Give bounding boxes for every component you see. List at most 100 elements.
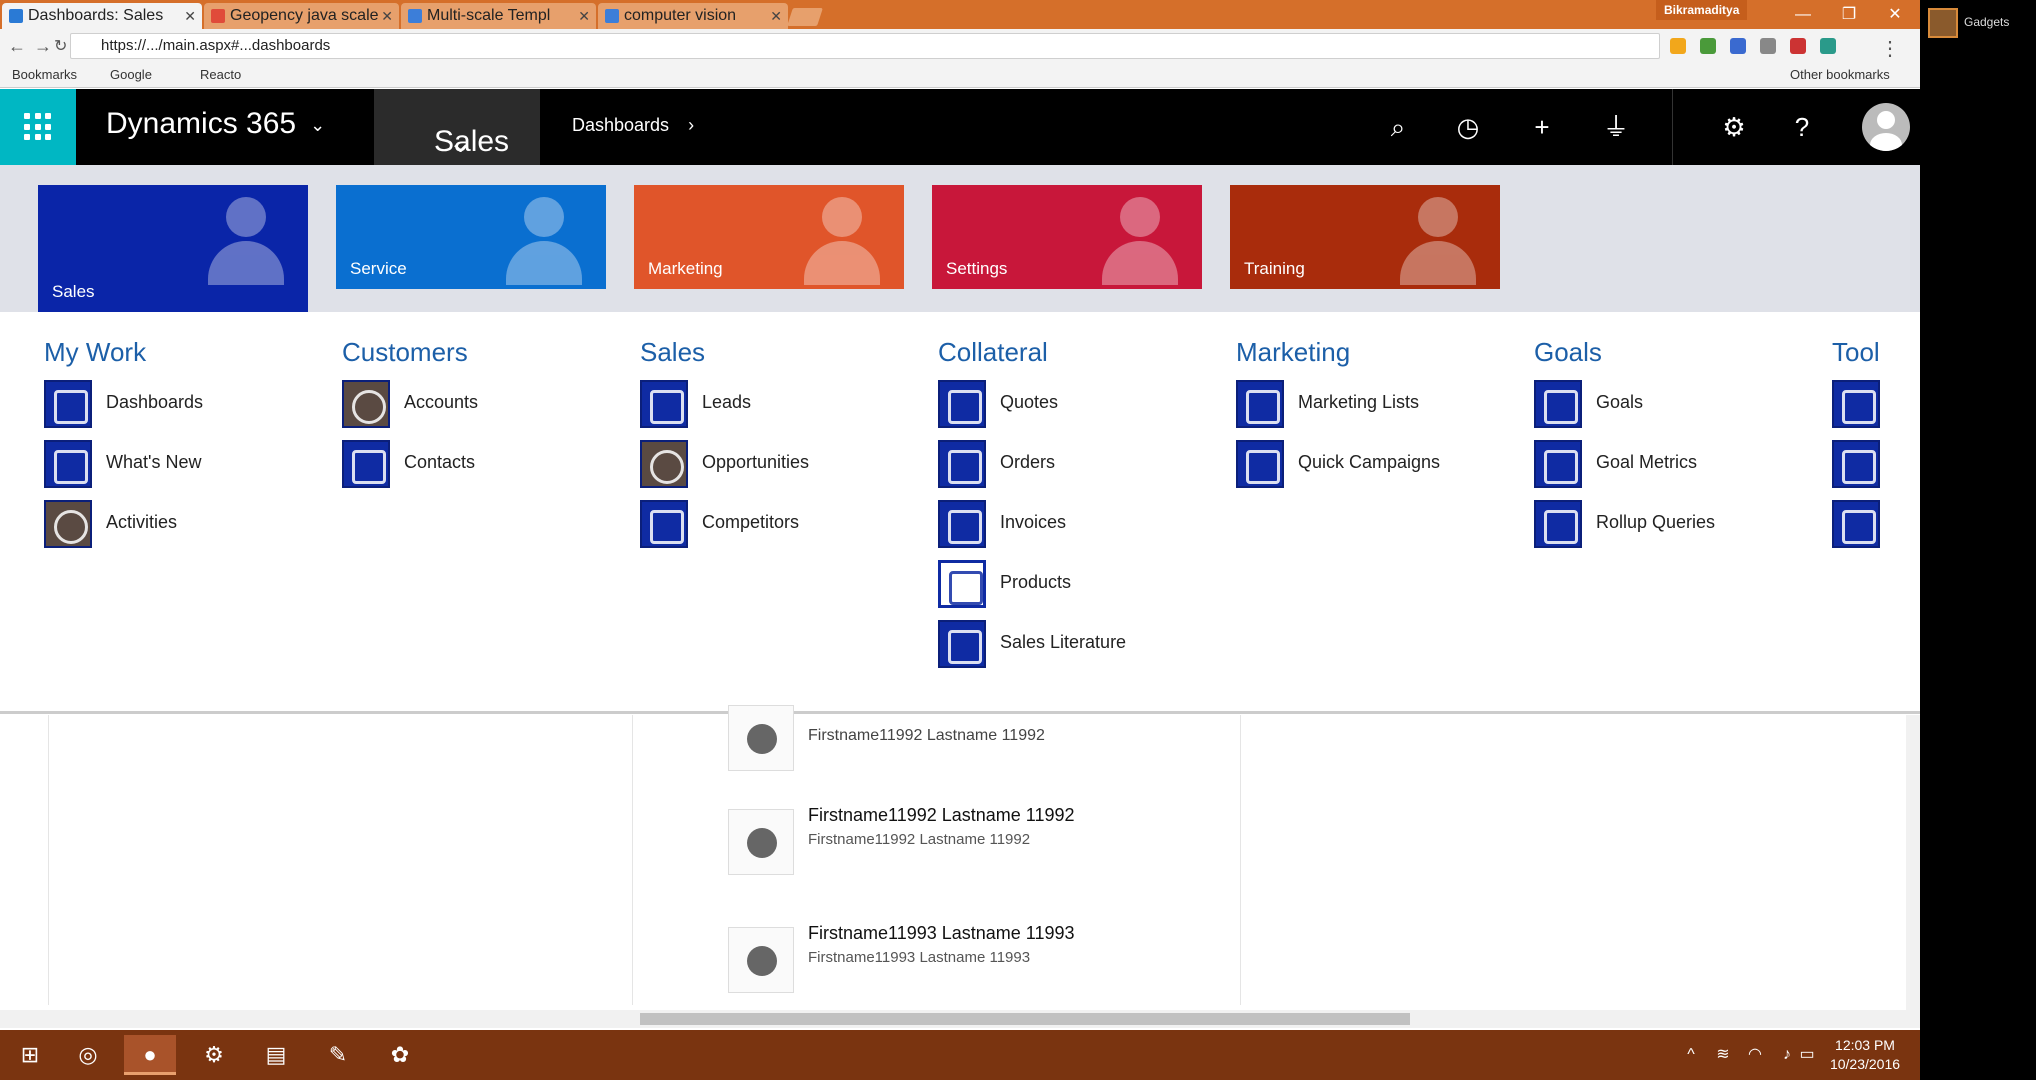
sitemap-item-products[interactable]: Products	[938, 560, 1228, 610]
close-tab-icon[interactable]: ✕	[184, 3, 196, 29]
toolbar: ← → ↻ https://.../main.aspx#...dashboard…	[0, 29, 1920, 63]
paint-icon[interactable]: ✿	[374, 1035, 426, 1075]
bookmark-item[interactable]: Google	[110, 67, 152, 82]
other-bookmarks[interactable]: Other bookmarks	[1790, 67, 1890, 82]
extension-icon[interactable]	[1760, 38, 1776, 54]
vertical-scrollbar[interactable]	[1906, 715, 1920, 1028]
sitemap-item-marketing-lists[interactable]: Marketing Lists	[1236, 380, 1526, 430]
settings-icon[interactable]: ⚙	[1716, 109, 1752, 145]
close-window-button[interactable]: ✕	[1872, 0, 1918, 29]
forward-icon[interactable]: →	[34, 36, 52, 57]
wifi-icon[interactable]: ◠	[1744, 1044, 1766, 1066]
clock[interactable]: 12:03 PM 10/23/2016	[1820, 1036, 1910, 1074]
sitemap-item-whats-new[interactable]: What's New	[44, 440, 334, 490]
sitemap-item-contacts[interactable]: Contacts	[342, 440, 632, 490]
sitemap-item-leads[interactable]: Leads	[640, 380, 930, 430]
area-tile-marketing[interactable]: Marketing	[634, 185, 904, 289]
sitemap-item-activities[interactable]: Activities	[44, 500, 334, 550]
cortana-icon[interactable]: ◎	[62, 1035, 114, 1075]
clock-date: 10/23/2016	[1829, 1056, 1901, 1072]
chevron-right-icon: ›	[688, 115, 695, 135]
product-switcher[interactable]: Dynamics 365 ⌄	[106, 107, 325, 141]
bookmark-item[interactable]: Reacto	[200, 67, 241, 82]
tab-geopency[interactable]: Geopency java scale ✕	[204, 3, 399, 29]
scroll-thumb[interactable]	[640, 1013, 1410, 1025]
sitemap-item-invoices[interactable]: Invoices	[938, 500, 1228, 550]
sitemap-item-tool[interactable]	[1832, 440, 1920, 490]
sitemap-item-orders[interactable]: Orders	[938, 440, 1228, 490]
sitemap-item-quotes[interactable]: Quotes	[938, 380, 1228, 430]
sitemap-item-tool[interactable]	[1832, 500, 1920, 550]
search-icon[interactable]: ⌕	[1380, 109, 1416, 145]
item-label: Goal Metrics	[1596, 452, 1698, 472]
minimize-button[interactable]: —	[1780, 0, 1826, 29]
network-icon[interactable]: ≋	[1712, 1044, 1734, 1066]
horizontal-scrollbar[interactable]	[0, 1010, 1906, 1028]
item-label: Sales Literature	[1000, 632, 1127, 652]
list-item[interactable]: Firstname11992 Lastname 11992 Firstname1…	[728, 805, 1228, 875]
area-tile-service[interactable]: Service	[336, 185, 606, 289]
profile-name[interactable]: Bikramaditya	[1656, 0, 1748, 20]
record-subtitle: Firstname11992 Lastname 11992	[808, 831, 1031, 848]
bookmark-item[interactable]: Bookmarks	[12, 67, 77, 82]
sitemap-item-dashboards[interactable]: Dashboards	[44, 380, 334, 430]
back-icon[interactable]: ←	[8, 36, 26, 57]
megaphone-icon	[794, 189, 890, 285]
extension-icon[interactable]	[1820, 38, 1836, 54]
sitemap-item-competitors[interactable]: Competitors	[640, 500, 930, 550]
tool-icon	[1832, 500, 1880, 548]
breadcrumb[interactable]: Dashboards ›	[572, 115, 694, 136]
tab-computer-vision[interactable]: computer vision ✕	[598, 3, 788, 29]
sitemap-item-rollup-queries[interactable]: Rollup Queries	[1534, 500, 1824, 550]
contact-icon	[728, 809, 794, 875]
gadget-icon[interactable]	[1928, 8, 1958, 38]
tab-title: Multi-scale Templ	[427, 7, 551, 24]
app-selector[interactable]: Sales ⌄	[374, 89, 540, 165]
address-bar[interactable]: https://.../main.aspx#...dashboards	[70, 33, 1660, 59]
new-record-icon[interactable]: +	[1524, 109, 1560, 145]
extension-icon[interactable]	[1700, 38, 1716, 54]
reload-icon[interactable]: ↻	[54, 36, 67, 56]
tab-dashboards-sales[interactable]: Dashboards: Sales ✕	[2, 3, 202, 29]
advanced-find-icon[interactable]: ⏚	[1598, 109, 1634, 145]
tools-icon[interactable]: ✎	[312, 1035, 364, 1075]
recent-icon[interactable]: ◷	[1450, 109, 1486, 145]
menu-icon[interactable]: ⋮	[1880, 36, 1900, 61]
help-icon[interactable]: ?	[1784, 109, 1820, 145]
extension-icon[interactable]	[1790, 38, 1806, 54]
area-tile-training[interactable]: Training	[1230, 185, 1500, 289]
sitemap-item-opportunities[interactable]: Opportunities	[640, 440, 930, 490]
tab-multiscale[interactable]: Multi-scale Templ ✕	[401, 3, 596, 29]
area-tile-settings[interactable]: Settings	[932, 185, 1202, 289]
extension-icon[interactable]	[1730, 38, 1746, 54]
sitemap-item-goal-metrics[interactable]: Goal Metrics	[1534, 440, 1824, 490]
item-label: Activities	[106, 512, 178, 532]
file-explorer-icon[interactable]: ▤	[250, 1035, 302, 1075]
sitemap-item-sales-literature[interactable]: Sales Literature	[938, 620, 1228, 670]
contacts-icon	[342, 440, 390, 488]
area-tile-sales[interactable]: Sales	[38, 185, 308, 312]
user-avatar[interactable]	[1862, 103, 1910, 151]
sitemap-item-accounts[interactable]: Accounts	[342, 380, 632, 430]
windows-start-icon[interactable]: ⊞	[4, 1035, 56, 1075]
tray-chevron-icon[interactable]: ^	[1680, 1044, 1702, 1066]
list-item[interactable]: Firstname11992 Lastname 11992	[728, 701, 1228, 771]
volume-icon[interactable]: ♪	[1776, 1044, 1798, 1066]
group-marketing: Marketing Marketing Lists Quick Campaign…	[1236, 334, 1526, 490]
bookmark-star-icon[interactable]	[1670, 38, 1686, 54]
accounts-icon	[342, 380, 390, 428]
close-tab-icon[interactable]: ✕	[770, 3, 782, 29]
settings-app-icon[interactable]: ⚙	[188, 1035, 240, 1075]
close-tab-icon[interactable]: ✕	[381, 3, 393, 29]
restore-button[interactable]: ❐	[1826, 0, 1872, 29]
notifications-icon[interactable]: ▭	[1796, 1044, 1818, 1066]
sitemap-item-goals[interactable]: Goals	[1534, 380, 1824, 430]
chrome-icon[interactable]: ●	[124, 1035, 176, 1075]
sitemap-item-quick-campaigns[interactable]: Quick Campaigns	[1236, 440, 1526, 490]
app-launcher-button[interactable]	[0, 89, 76, 165]
list-item[interactable]: Firstname11993 Lastname 11993 Firstname1…	[728, 923, 1228, 993]
close-tab-icon[interactable]: ✕	[578, 3, 590, 29]
sitemap-item-tool[interactable]	[1832, 380, 1920, 430]
new-tab-button[interactable]	[787, 8, 823, 26]
record-subtitle: Firstname11993 Lastname 11993	[808, 949, 1031, 966]
